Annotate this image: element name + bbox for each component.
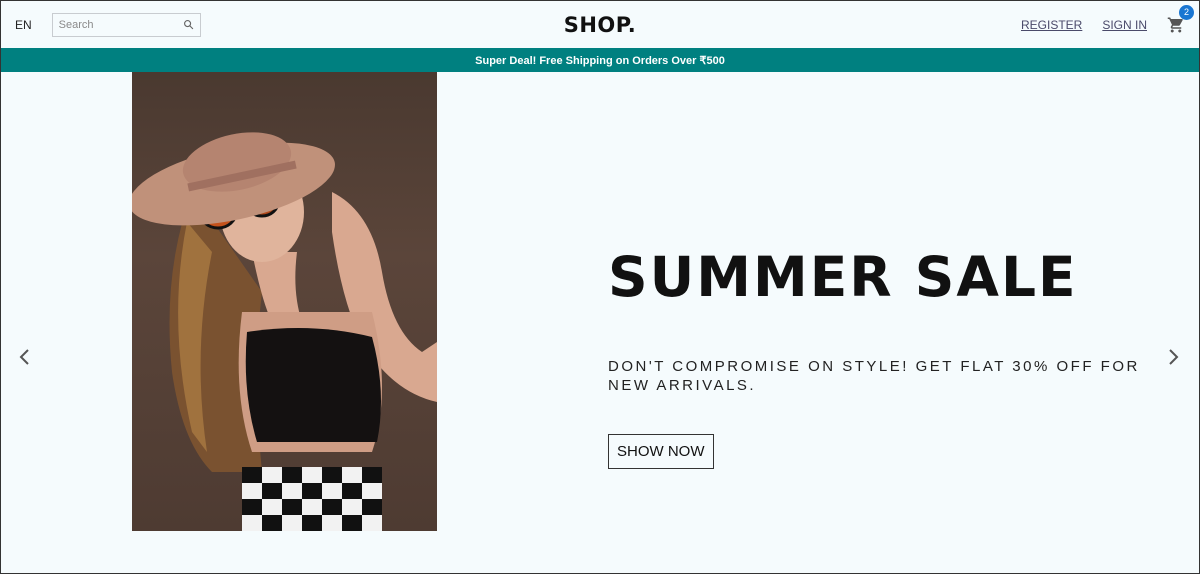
language-selector[interactable]: EN: [15, 18, 32, 32]
show-now-button[interactable]: SHOW NOW: [608, 434, 714, 469]
checkered-pattern: [242, 467, 382, 531]
logo[interactable]: SHOP.: [564, 13, 637, 37]
slider-next-button[interactable]: [1165, 348, 1183, 371]
slide-info: SUMMER SALE DON'T COMPROMISE ON STYLE! G…: [608, 250, 1168, 469]
shopping-cart-icon: [1167, 17, 1185, 38]
announcement-text: Super Deal! Free Shipping on Orders Over…: [475, 54, 725, 67]
sign-in-link[interactable]: SIGN IN: [1102, 18, 1147, 32]
announcement-bar: Super Deal! Free Shipping on Orders Over…: [1, 48, 1199, 72]
hero-image: [132, 72, 437, 531]
cart-button[interactable]: 2: [1167, 4, 1194, 34]
slider-prev-button[interactable]: [15, 348, 33, 371]
register-link[interactable]: REGISTER: [1021, 18, 1082, 32]
slide-description: DON'T COMPROMISE ON STYLE! GET FLAT 30% …: [608, 358, 1140, 394]
hero-slider: SUMMER SALE DON'T COMPROMISE ON STYLE! G…: [1, 72, 1199, 572]
navbar-right: REGISTER SIGN IN 2: [785, 4, 1194, 34]
chevron-right-icon: [1168, 348, 1180, 371]
navbar: EN SHOP. REGISTER SIGN IN 2: [1, 1, 1199, 48]
navbar-center: SHOP.: [415, 13, 785, 37]
search-box[interactable]: [51, 12, 201, 37]
slide-title: SUMMER SALE: [608, 245, 1078, 309]
cart-count-badge: 2: [1179, 4, 1194, 20]
search-input[interactable]: [58, 18, 169, 31]
search-icon[interactable]: [183, 19, 194, 30]
chevron-left-icon: [18, 348, 30, 371]
navbar-left: EN: [15, 12, 415, 37]
